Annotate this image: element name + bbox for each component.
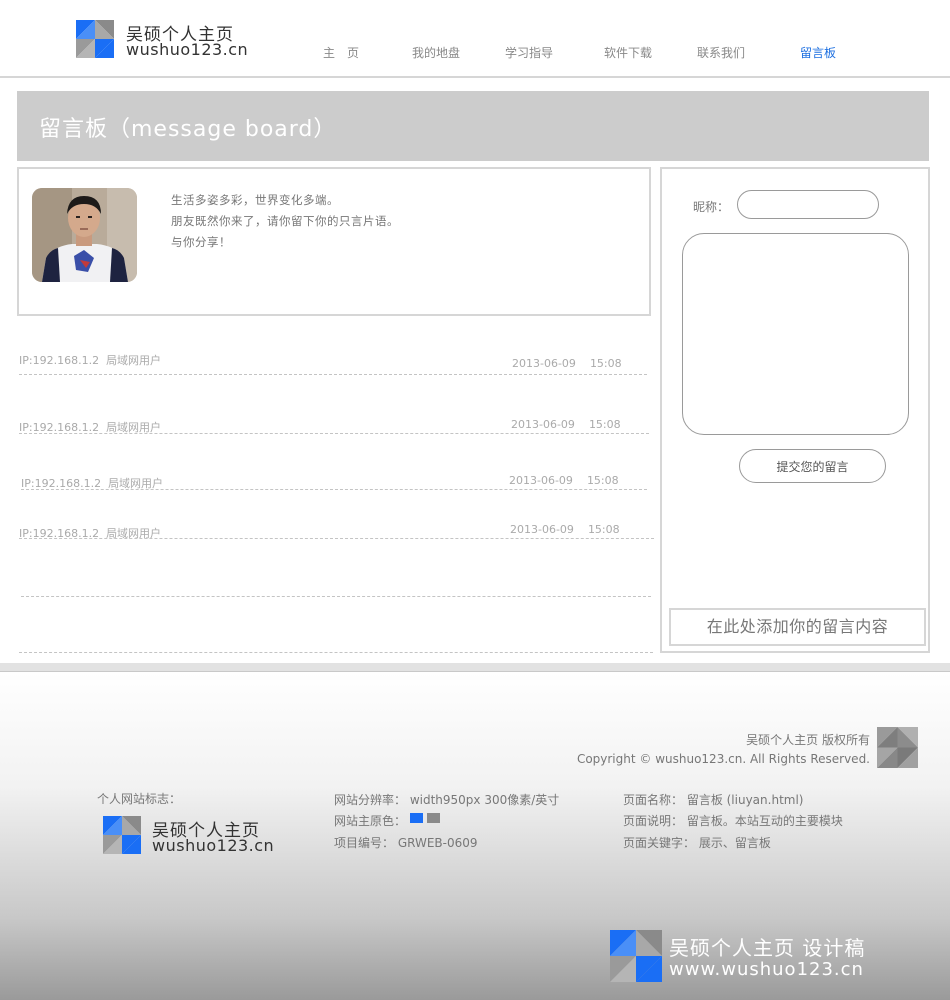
copyright-cn: 吴硕个人主页 版权所有 [746,733,870,747]
list-item: IP:192.168.1.2 局域网用户 2013-06-09 15:08 [19,352,647,375]
message-divider [19,374,647,375]
nickname-label: 昵称： [693,200,730,214]
nav-item-my-space[interactable]: 我的地盘 [412,44,460,61]
site-footer: 吴硕个人主页 版权所有 Copyright © wushuo123.cn. Al… [0,672,950,1000]
project-number: 项目编号： GRWEB-0609 [334,836,478,850]
message-date: 2013-06-09 15:08 [509,474,619,487]
page-banner: 留言板（message board） [17,91,929,161]
watermark-domain: www.wushuo123.cn [669,959,864,980]
secondary-color-swatch [427,813,440,823]
intro-line-2: 朋友既然你来了，请你留下你的只言片语。 [171,214,399,228]
avatar-photo [32,188,137,282]
nav-item-contact-us[interactable]: 联系我们 [697,44,745,61]
nav-item-home[interactable]: 主 页 [323,44,359,61]
message-date: 2013-06-09 15:08 [510,523,620,536]
main-colors-label: 网站主原色： [334,814,407,828]
message-divider [19,433,649,434]
message-date: 2013-06-09 15:08 [511,418,621,431]
page-name-info: 页面名称： 留言板 (liuyan.html) [623,793,804,807]
triangle-tiles-logo-icon [103,816,141,854]
watermark-title: 吴硕个人主页 设计稿 [669,936,866,960]
intro-line-3: 与你分享！ [171,235,231,249]
list-divider [21,596,651,597]
triangle-tiles-logo-icon [610,930,662,982]
message-divider [19,538,654,539]
message-form: 昵称： 提交您的留言 在此处添加你的留言内容 [660,167,930,653]
avatar [32,188,137,282]
footer-divider [0,663,950,672]
message-date: 2013-06-09 15:08 [512,357,622,370]
logo-label: 个人网站标志： [97,792,182,806]
page-keywords-info: 页面关键字： 展示、留言板 [623,836,771,850]
footer-logo-domain: wushuo123.cn [152,836,275,855]
resolution-info: 网站分辨率： width950px 300像素/英寸 [334,793,560,807]
nav-item-message-board[interactable]: 留言板 [800,44,836,61]
message-textarea[interactable] [682,233,909,435]
nav-item-software-download[interactable]: 软件下载 [604,44,652,61]
add-message-hint[interactable]: 在此处添加你的留言内容 [669,608,926,646]
intro-box: 生活多姿多彩，世界变化多端。 朋友既然你来了，请你留下你的只言片语。 与你分享！ [17,167,651,316]
site-header: 吴硕个人主页 wushuo123.cn 主 页 我的地盘 学习指导 软件下载 联… [0,0,950,78]
list-item: IP:192.168.1.2 局域网用户 2013-06-09 15:08 [21,474,647,495]
page-description-info: 页面说明： 留言板。本站互动的主要模块 [623,814,843,828]
primary-color-swatch [410,813,423,823]
nickname-input[interactable] [737,190,879,219]
list-divider [19,652,653,653]
nav-item-study-guide[interactable]: 学习指导 [505,44,553,61]
message-divider [21,489,647,490]
list-item: IP:192.168.1.2 局域网用户 2013-06-09 15:08 [19,418,649,439]
copyright-en: Copyright © wushuo123.cn. All Rights Res… [576,752,870,766]
intro-line-1: 生活多姿多彩，世界变化多端。 [171,193,339,207]
message-ip: IP:192.168.1.2 局域网用户 [19,354,162,367]
main-nav: 主 页 我的地盘 学习指导 软件下载 联系我们 留言板 [0,44,950,62]
submit-message-button[interactable]: 提交您的留言 [739,449,886,483]
page-title: 留言板（message board） [39,117,337,142]
list-item: IP:192.168.1.2 局域网用户 2013-06-09 15:08 [19,523,654,545]
gray-tiles-logo-icon [877,727,918,768]
